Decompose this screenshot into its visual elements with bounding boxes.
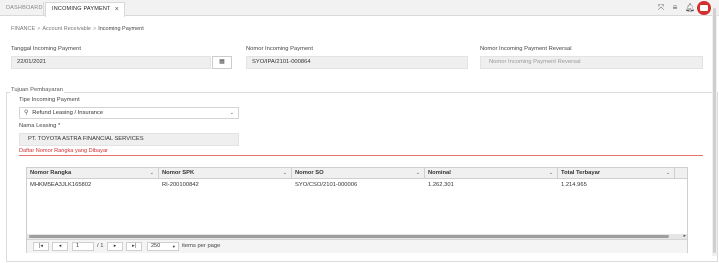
prev-page-button[interactable]: ◂: [52, 242, 68, 251]
nomor-label: Nomor Incoming Payment: [246, 46, 314, 52]
table-row[interactable]: MHKM5EA3JLK165802 RI-200100842 SYO/CSO/2…: [27, 180, 687, 191]
pager: |◂ ◂ 1 / 1 ▸ ▸| 250 ▾ items per page: [27, 239, 687, 253]
tab-incoming-payment-label: INCOMING PAYMENT: [52, 6, 111, 12]
col-nominal[interactable]: Nominal ⌄: [425, 168, 558, 179]
avatar[interactable]: [697, 1, 711, 15]
last-page-button[interactable]: ▸|: [126, 242, 142, 251]
col-nomor-rangka-label: Nomor Rangka: [30, 170, 72, 176]
chevron-down-icon: ⌄: [229, 110, 234, 116]
daftar-link: Daftar Nomor Rangka yang Dibayar: [19, 148, 108, 154]
chevron-down-icon[interactable]: ⌄: [416, 168, 420, 179]
bell-icon[interactable]: 🔔︎: [685, 3, 695, 13]
nomor-field: SYO/IPA/2101-000864: [246, 56, 468, 69]
next-page-button[interactable]: ▸: [107, 242, 123, 251]
tab-incoming-payment[interactable]: INCOMING PAYMENT ×: [45, 2, 125, 17]
search-icon: ⚲: [24, 110, 29, 116]
scrollbar-thumb[interactable]: [713, 8, 716, 253]
tab-dashboard[interactable]: DASHBOARD: [0, 2, 44, 16]
page-total: / 1: [97, 243, 104, 249]
cell-total-terbayar: 1.214.965: [561, 182, 587, 188]
col-nomor-so-label: Nomor SO: [295, 170, 324, 176]
cell-nomor-spk: RI-200100842: [162, 182, 199, 188]
col-nomor-spk[interactable]: Nomor SPK ⌄: [159, 168, 292, 179]
breadcrumb-separator: >: [92, 26, 97, 32]
menu-icon[interactable]: ≡: [670, 3, 680, 13]
tipe-label: Tipe Incoming Payment: [19, 97, 80, 103]
items-per-page-label: items per page: [182, 243, 221, 249]
chevron-down-icon[interactable]: ⌄: [666, 168, 670, 179]
col-nomor-rangka[interactable]: Nomor Rangka ⌄: [27, 168, 159, 179]
col-total-terbayar-label: Total Terbayar: [561, 170, 601, 176]
grid-header: Nomor Rangka ⌄ Nomor SPK ⌄ Nomor SO ⌄ Nomin…: [27, 168, 687, 179]
close-icon[interactable]: ×: [115, 3, 119, 16]
page-input[interactable]: 1: [72, 242, 94, 251]
tipe-value: Refund Leasing / Insurance: [32, 110, 104, 116]
tab-bar: DASHBOARD INCOMING PAYMENT × ⤧ ≡ 🔔︎ ▾: [0, 0, 719, 17]
reversal-field: Nomor Incoming Payment Reversal: [480, 56, 703, 69]
expand-icon[interactable]: ⤧: [656, 3, 666, 13]
col-total-terbayar[interactable]: Total Terbayar ⌄: [558, 168, 675, 179]
tujuan-legend: Tujuan Pembayaran: [10, 87, 64, 93]
chevron-down-icon[interactable]: ⌄: [283, 168, 287, 179]
leasing-field: PT. TOYOTA ASTRA FINANCIAL SERVICES: [19, 133, 239, 146]
cell-nomor-so: SYO/CSO/2101-000006: [295, 182, 358, 188]
tanggal-label: Tanggal Incoming Payment: [11, 46, 81, 52]
page-size-select[interactable]: 250 ▾: [147, 242, 179, 251]
breadcrumb-item-account-receivable[interactable]: Account Receivable: [42, 26, 91, 32]
tipe-select[interactable]: ⚲ Refund Leasing / Insurance ⌄: [19, 107, 239, 119]
chevron-down-icon[interactable]: ⌄: [150, 168, 154, 179]
tanggal-field[interactable]: 22/01/2021: [11, 56, 211, 69]
vertical-scrollbar[interactable]: [712, 6, 717, 256]
cell-nomor-rangka: MHKM5EA3JLK165802: [30, 182, 92, 188]
breadcrumb-separator: >: [37, 26, 41, 32]
breadcrumb-item-finance[interactable]: FINANCE: [11, 26, 35, 32]
cell-nominal: 1.262.301: [428, 182, 454, 188]
col-nomor-so[interactable]: Nomor SO ⌄: [292, 168, 425, 179]
chevron-down-icon[interactable]: ⌄: [549, 168, 553, 179]
first-page-button[interactable]: |◂: [33, 242, 49, 251]
chevron-down-icon: ▾: [172, 244, 175, 249]
calendar-icon[interactable]: ▦: [212, 56, 232, 69]
breadcrumb-item-incoming-payment: Incoming Payment: [98, 26, 144, 32]
page-size-value: 250: [151, 243, 161, 249]
breadcrumb: FINANCE > Account Receivable > Incoming Paym…: [11, 26, 144, 32]
reversal-label: Nomor Incoming Payment Reversal: [480, 46, 572, 52]
rangka-grid: Nomor Rangka ⌄ Nomor SPK ⌄ Nomor SO ⌄ Nomin…: [26, 167, 688, 253]
divider: [19, 155, 703, 156]
col-nominal-label: Nominal: [428, 170, 451, 176]
leasing-label: Nama Leasing *: [19, 123, 61, 129]
col-nomor-spk-label: Nomor SPK: [162, 170, 195, 176]
scrollbar-thumb[interactable]: [29, 235, 669, 238]
